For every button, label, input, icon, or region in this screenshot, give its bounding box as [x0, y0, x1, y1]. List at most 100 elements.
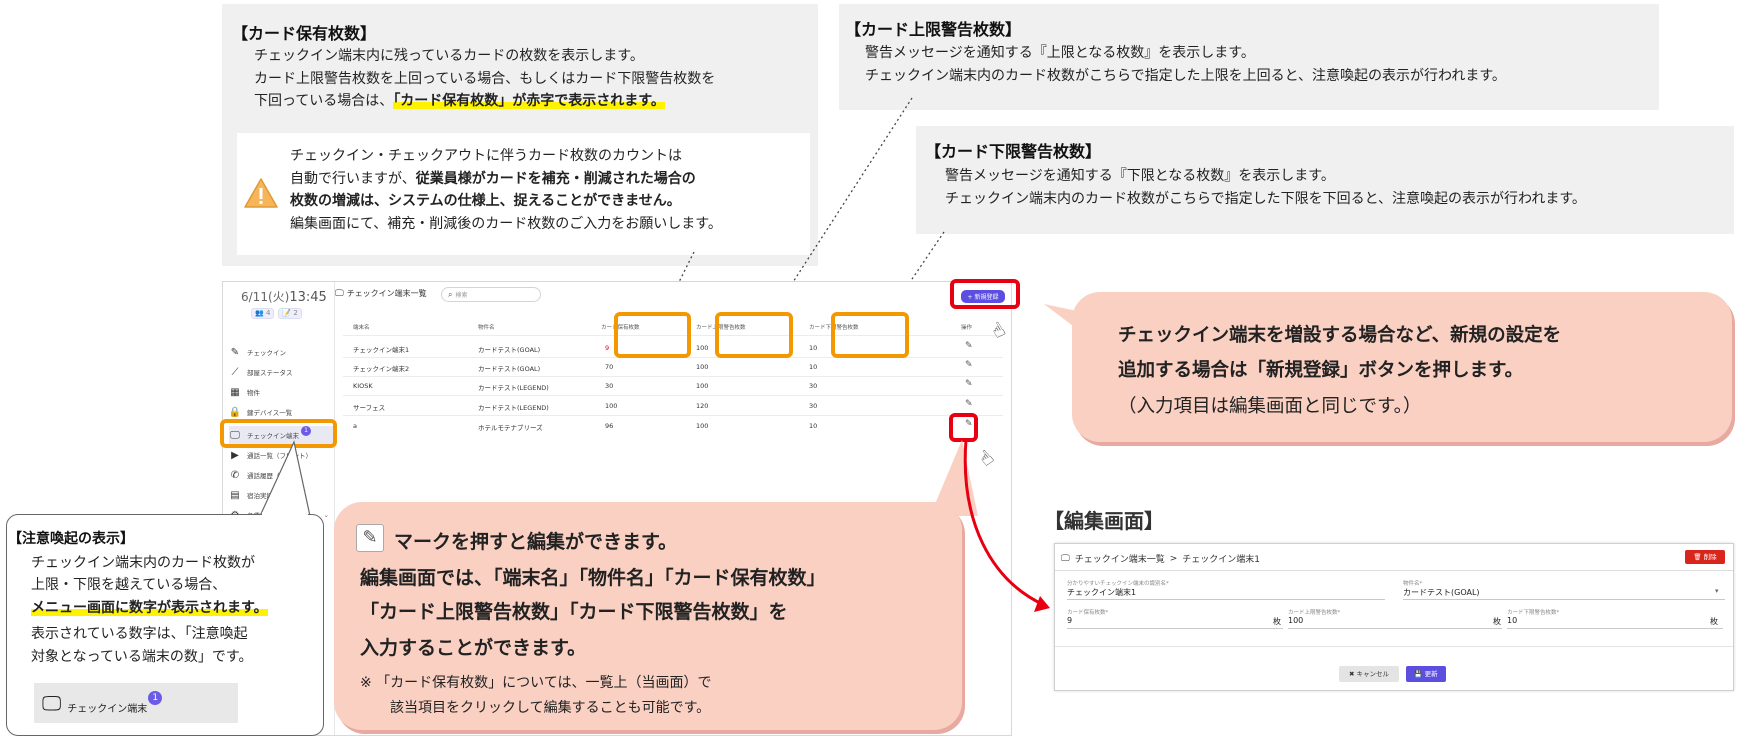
row1-held[interactable]: 9 — [605, 344, 609, 352]
held-unit: 枚 — [1273, 617, 1281, 626]
alert-sample-label: チェックイン端末 — [67, 703, 148, 715]
breadcrumb-list-link[interactable]: チェックイン端末一覧 — [1075, 552, 1165, 565]
lower-field-underline — [1507, 628, 1723, 629]
row5-property: ホテルモテナブリーズ — [478, 424, 543, 432]
lower-unit: 枚 — [1710, 617, 1718, 626]
lower-label: カード下限警告枚数* — [1507, 610, 1560, 616]
col-actions: 操作 — [961, 325, 973, 331]
row3-lower: 30 — [809, 382, 818, 390]
row1-property: カードテスト(GOAL) — [478, 346, 541, 354]
sidebar-item-room-status[interactable]: ⟋ 部屋ステータス — [229, 363, 333, 381]
row4-property: カードテスト(LEGEND) — [478, 404, 549, 412]
delete-button[interactable]: 🗑 削除 — [1685, 550, 1725, 564]
edit-mark-pencil-icon: ✎ — [356, 524, 384, 552]
search-input[interactable]: ⌕ 検索 — [441, 287, 541, 302]
upper-field[interactable]: 100 — [1288, 616, 1303, 625]
edit-callout-line4: 入力することができます。 — [360, 637, 587, 659]
sidebar-time: 13:45 — [289, 290, 327, 305]
sidebar-item-label: 部屋ステータス — [247, 369, 293, 377]
held-field[interactable]: 9 — [1067, 616, 1072, 625]
breadcrumb-current: チェックイン端末1 — [1182, 555, 1260, 565]
red-arrow — [963, 439, 1050, 612]
row3-edit-pencil-icon[interactable]: ✎ — [965, 379, 973, 389]
row5-lower: 10 — [809, 422, 818, 430]
property-select-underline — [1403, 599, 1725, 600]
edit-screen: 🖵 チェックイン端末一覧 > チェックイン端末1 🗑 削除 分かりやすいチェック… — [1054, 543, 1734, 691]
page-title-text: チェックイン端末一覧 — [346, 289, 427, 298]
sidebar-item-checkin[interactable]: ✎ チェックイン — [229, 343, 333, 361]
phone-icon: ✆ — [230, 469, 240, 481]
held-label: カード保有枚数* — [1067, 610, 1109, 616]
edit-callout-line3: 「カード上限警告枚数」「カード下限警告枚数」を — [360, 601, 788, 623]
row1-name: チェックイン端末1 — [353, 346, 410, 354]
property-label: 物件名* — [1403, 581, 1423, 587]
row4-edit-pencil-icon[interactable]: ✎ — [965, 399, 973, 409]
edit-footer-divider — [1055, 646, 1733, 647]
edit-breadcrumb: 🖵 チェックイン端末一覧 > チェックイン端末1 — [1061, 552, 1260, 566]
sidebar-chips: 👥 4 📝 2 — [251, 308, 302, 319]
row1-edit-pencil-icon[interactable]: ✎ — [965, 341, 973, 351]
col-terminal-name: 端末名 — [353, 325, 370, 331]
alert-callout-cover — [262, 512, 308, 518]
sidebar-item-label: チェックイン — [247, 349, 286, 357]
row2-property: カードテスト(GOAL) — [478, 365, 541, 373]
user-chip-1[interactable]: 👥 4 — [251, 308, 275, 319]
search-icon: ⌕ — [448, 289, 453, 299]
row2-name: チェックイン端末2 — [353, 365, 410, 373]
sidebar-date: 6/11(火) — [241, 290, 290, 304]
edit-divider — [1055, 570, 1733, 571]
broom-icon: ⟋ — [231, 366, 239, 378]
breadcrumb-separator: > — [1169, 553, 1178, 564]
row5-name: a — [353, 422, 357, 430]
highlight-card-lower — [831, 312, 909, 358]
alert-sample-menu-item: 🖵 チェックイン端末 1 — [34, 683, 238, 723]
update-button[interactable]: 💾 更新 — [1406, 666, 1446, 682]
user-chip-2[interactable]: 📝 2 — [278, 308, 302, 319]
highlight-card-held — [614, 312, 691, 358]
row2-lower: 10 — [809, 363, 818, 371]
monitor-icon: 🖵 — [335, 288, 344, 299]
monitor-icon: 🖵 — [42, 691, 62, 715]
edit-callout-line1: マークを押すと編集ができます。 — [394, 531, 678, 553]
sidebar-item-property[interactable]: ▦ 物件 — [229, 383, 333, 401]
new-reg-line2: 追加する場合は「新規登録」ボタンを押します。 — [1118, 360, 1524, 381]
building-icon: ▦ — [230, 386, 240, 398]
alert-line2: 上限・下限を越えている場合、 — [31, 577, 227, 593]
edit-callout-line2: 編集画面では、「端末名」「物件名」「カード保有枚数」 — [360, 567, 826, 589]
upper-label: カード上限警告枚数* — [1288, 610, 1341, 616]
cancel-button[interactable]: ✖ キャンセル — [1339, 666, 1399, 682]
chevron-down-icon[interactable]: ⌄ — [324, 511, 329, 519]
checkin-pen-icon: ✎ — [230, 346, 240, 358]
search-placeholder: 検索 — [455, 292, 468, 299]
lower-field[interactable]: 10 — [1507, 616, 1517, 625]
row2-held[interactable]: 70 — [605, 363, 613, 371]
highlight-card-upper — [715, 312, 793, 358]
alert-line4: 表示されている数字は、「注意喚起 — [31, 626, 248, 642]
row-divider — [343, 376, 1003, 377]
chevron-down-icon[interactable]: ▾ — [1715, 587, 1719, 595]
new-reg-line1: チェックイン端末を増設する場合など、新規の設定を — [1118, 325, 1562, 346]
alert-sample-badge: 1 — [148, 691, 163, 705]
edit-callout-note2: 該当項目をクリックして編集することも可能です。 — [390, 700, 711, 716]
page-title: 🖵 チェックイン端末一覧 — [335, 288, 427, 299]
row-divider — [343, 415, 1003, 416]
alert-line5: 対象となっている端末の数」です。 — [31, 649, 253, 665]
row2-edit-pencil-icon[interactable]: ✎ — [965, 360, 973, 370]
row4-name: サーフェス — [353, 404, 386, 412]
col-property-name: 物件名 — [478, 325, 495, 331]
name-field[interactable]: チェックイン端末1 — [1067, 587, 1136, 598]
row3-name: KIOSK — [353, 382, 373, 390]
alert-line1: チェックイン端末内のカード枚数が — [31, 555, 255, 571]
edit-callout-note1: ※ 「カード保有枚数」については、一覧上（当画面）で — [360, 675, 712, 691]
property-select[interactable]: カードテスト(GOAL) — [1403, 587, 1480, 598]
row3-held[interactable]: 30 — [605, 382, 613, 390]
row3-upper: 100 — [696, 382, 709, 390]
edit-screen-heading: 【編集画面】 — [1044, 509, 1164, 533]
held-field-underline — [1067, 628, 1283, 629]
video-icon: ▶ — [231, 449, 239, 461]
row5-held[interactable]: 96 — [605, 422, 613, 430]
row4-held[interactable]: 100 — [605, 402, 617, 410]
monitor-icon: 🖵 — [1061, 553, 1070, 564]
sidebar-datetime: 6/11(火)13:45 — [241, 286, 327, 305]
alert-callout-title: 【注意喚起の表示】 — [8, 531, 134, 547]
